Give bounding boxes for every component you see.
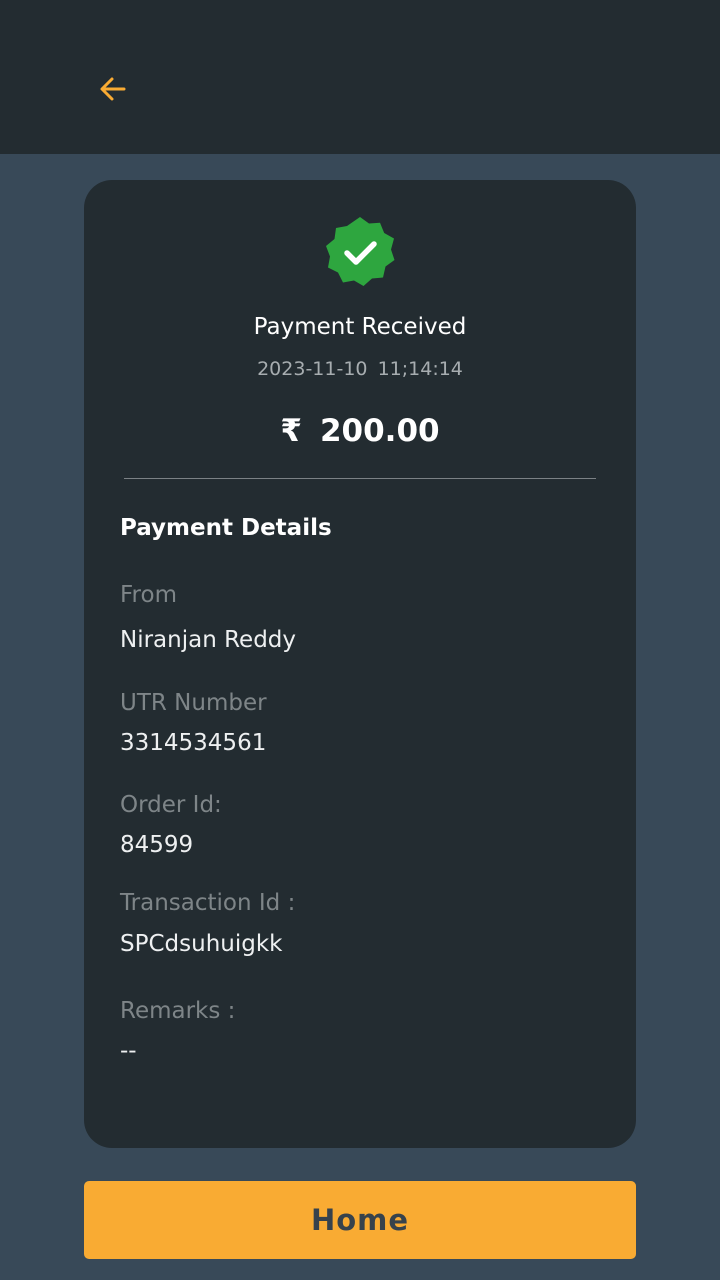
back-button[interactable] (92, 70, 134, 112)
currency-symbol: ₹ (280, 413, 302, 449)
utr-number-label: UTR Number (120, 690, 267, 716)
payment-amount: ₹200.00 (84, 413, 636, 449)
from-value: Niranjan Reddy (120, 627, 297, 653)
payment-time: 11;14:14 (377, 358, 463, 380)
utr-number-value: 3314534561 (120, 730, 267, 756)
payment-details-heading: Payment Details (120, 515, 332, 541)
payment-receipt-card: Payment Received 2023-11-10 11;14:14 ₹20… (84, 180, 636, 1148)
remarks-label: Remarks : (120, 998, 236, 1024)
payment-datetime: 2023-11-10 11;14:14 (84, 358, 636, 380)
payment-date: 2023-11-10 (257, 358, 368, 380)
from-label: From (120, 582, 177, 608)
transaction-id-label: Transaction Id : (120, 890, 296, 916)
amount-value: 200.00 (319, 413, 440, 449)
top-app-bar (0, 0, 720, 154)
transaction-id-value: SPCdsuhuigkk (120, 931, 283, 957)
payment-status-title: Payment Received (253, 314, 467, 340)
verified-check-badge-icon (323, 215, 397, 289)
order-id-label: Order Id: (120, 792, 222, 818)
home-button[interactable]: Home (84, 1181, 636, 1259)
arrow-left-icon (98, 74, 128, 108)
remarks-value: -- (120, 1038, 137, 1064)
order-id-value: 84599 (120, 832, 194, 858)
divider (124, 478, 596, 479)
